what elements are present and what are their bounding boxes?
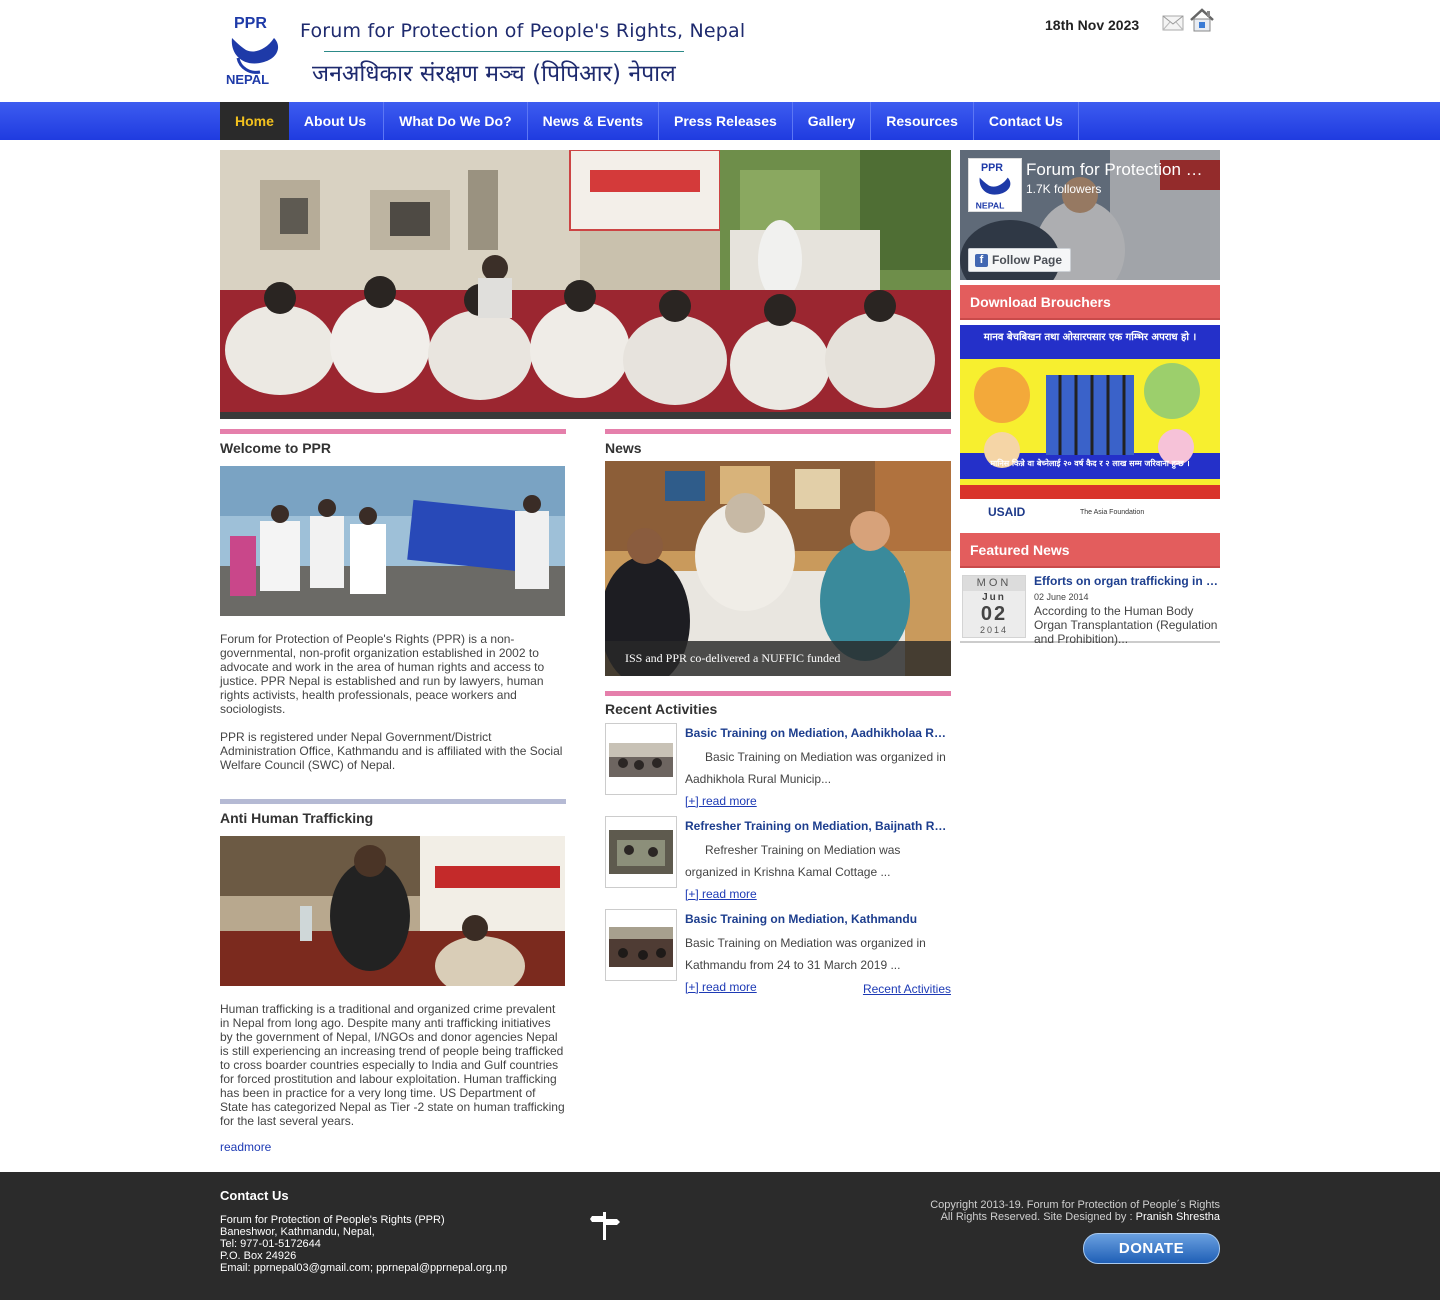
- facebook-widget[interactable]: PPR NEPAL Forum for Protection of People…: [960, 150, 1220, 280]
- trafficking-paragraph: Human trafficking is a traditional and o…: [220, 1002, 565, 1128]
- section-divider: [605, 429, 951, 434]
- site-title-english: Forum for Protection of People's Rights,…: [300, 20, 746, 42]
- featured-news-item: MON Jun 02 2014 Efforts on organ traffic…: [960, 573, 1220, 646]
- badge-month: Jun: [982, 592, 1006, 603]
- activity-readmore-link[interactable]: [+] read more: [685, 980, 757, 994]
- news-title: News: [605, 440, 642, 456]
- brochure-poster[interactable]: मानव बेचबिखन तथा ओसारपसार एक गम्भिर अपरा…: [960, 325, 1220, 528]
- welcome-title: Welcome to PPR: [220, 440, 331, 456]
- nav-item-about-us[interactable]: About Us: [289, 102, 385, 140]
- activity-description: Basic Training on Mediation was organize…: [685, 936, 926, 972]
- title-divider: [324, 51, 684, 52]
- nav-item-news-events[interactable]: News & Events: [528, 102, 660, 140]
- facebook-followers: 1.7K followers: [1026, 182, 1102, 196]
- sidebar: PPR NEPAL Forum for Protection of People…: [960, 150, 1220, 646]
- nav-item-contact-us[interactable]: Contact Us: [974, 102, 1079, 140]
- nav-item-home[interactable]: Home: [220, 102, 289, 140]
- featured-news-title[interactable]: Efforts on organ trafficking in Nepal: [1034, 574, 1220, 588]
- featured-news-date: 02 June 2014: [1034, 592, 1089, 602]
- news-caption: ISS and PPR co-delivered a NUFFIC funded: [625, 651, 841, 665]
- section-divider: [605, 691, 951, 696]
- slider-controls-bar: [220, 412, 951, 419]
- signpost-icon[interactable]: [590, 1210, 620, 1245]
- current-date: 18th Nov 2023: [1045, 17, 1140, 33]
- facebook-icon: f: [975, 253, 988, 267]
- activity-description: Basic Training on Mediation was organize…: [685, 750, 946, 786]
- welcome-column: Welcome to PPR Forum for Protection of P…: [220, 429, 566, 1154]
- mail-icon[interactable]: [1162, 12, 1184, 34]
- logo-text-top: PPR: [234, 15, 267, 32]
- hero-slider[interactable]: [220, 150, 951, 419]
- facebook-follow-button[interactable]: f Follow Page: [968, 248, 1072, 272]
- welcome-photo: [220, 466, 565, 616]
- ppr-logo-graphic: PPR NEPAL: [226, 15, 279, 87]
- badge-day-of-week: MON: [963, 576, 1025, 591]
- trafficking-readmore-link[interactable]: readmore: [220, 1140, 566, 1154]
- facebook-page-name[interactable]: Forum for Protection of People's Rights: [1026, 160, 1206, 180]
- footer-designer-link[interactable]: Pranish Shrestha: [1136, 1211, 1220, 1223]
- footer-copyright: Copyright 2013-19. Forum for Protection …: [930, 1199, 1220, 1211]
- facebook-follow-label: Follow Page: [992, 253, 1063, 267]
- nav-item-gallery[interactable]: Gallery: [793, 102, 872, 140]
- poster-headline: मानव बेचबिखन तथा ओसारपसार एक गम्भिर अपरा…: [983, 332, 1197, 343]
- poster-asia-foundation-logo: The Asia Foundation: [1080, 509, 1145, 516]
- activities-list: Basic Training on Mediation, Aadhikholaa…: [605, 723, 951, 1002]
- trafficking-photo: [220, 836, 565, 986]
- footer-email[interactable]: Email: pprnepal03@gmail.com; pprnepal@pp…: [220, 1262, 507, 1274]
- ppr-logo[interactable]: PPR NEPAL: [220, 10, 290, 88]
- activity-thumbnail[interactable]: [605, 816, 677, 888]
- news-slide[interactable]: ISS and PPR co-delivered a NUFFIC funded: [605, 461, 951, 676]
- footer-contact-line: Tel: 977-01-5172644: [220, 1238, 321, 1250]
- activity-title[interactable]: Refresher Training on Mediation, Baijnat…: [685, 819, 951, 833]
- poster-subline: मानिस किन्ने वा बेच्नेलाई २० वर्ष कैद र …: [990, 459, 1190, 468]
- footer-contact-line: Baneshwor, Kathmandu, Nepal,: [220, 1226, 375, 1238]
- activities-title: Recent Activities: [605, 701, 718, 717]
- download-brochures-heading: Download Brouchers: [960, 285, 1220, 320]
- nav-item-what-do-we-do[interactable]: What Do We Do?: [384, 102, 528, 140]
- featured-news-excerpt: According to the Human Body Organ Transp…: [1034, 604, 1218, 646]
- trafficking-title: Anti Human Trafficking: [220, 810, 374, 826]
- site-title-nepali: जनअधिकार संरक्षण मञ्च (पिपिआर) नेपाल: [312, 61, 676, 87]
- footer-contact-details: Forum for Protection of People's Rights …: [220, 1214, 507, 1274]
- site-footer: Contact Us Forum for Protection of Peopl…: [0, 1172, 1440, 1300]
- featured-news-heading: Featured News: [960, 533, 1220, 568]
- footer-contact-title: Contact Us: [220, 1188, 289, 1203]
- footer-contact-line: Forum for Protection of People's Rights …: [220, 1214, 445, 1226]
- footer-rights: All Rights Reserved. Site Designed by :: [940, 1211, 1136, 1223]
- poster-usaid-logo: USAID: [988, 505, 1026, 519]
- section-divider: [220, 799, 566, 804]
- activity-title[interactable]: Basic Training on Mediation, Kathmandu: [685, 912, 951, 926]
- home-icon[interactable]: [1188, 7, 1216, 35]
- hero-slide-image: [220, 150, 951, 419]
- activity-thumbnail[interactable]: [605, 909, 677, 981]
- badge-day: 02: [980, 603, 1008, 625]
- activity-item: Refresher Training on Mediation, Baijnat…: [605, 816, 951, 909]
- nav-item-resources[interactable]: Resources: [871, 102, 974, 140]
- main-nav: Home About Us What Do We Do? News & Even…: [0, 102, 1440, 140]
- svg-text:NEPAL: NEPAL: [976, 200, 1005, 210]
- donate-button[interactable]: DONATE: [1083, 1233, 1220, 1264]
- featured-news-date-badge: MON Jun 02 2014: [962, 575, 1026, 638]
- activity-readmore-link[interactable]: [+] read more: [685, 887, 757, 901]
- activity-description: Refresher Training on Mediation was orga…: [685, 843, 901, 879]
- svg-text:PPR: PPR: [981, 162, 1003, 174]
- news-column: News ISS and PPR co-delivered a NUFFIC f…: [605, 429, 951, 998]
- welcome-paragraph-1: Forum for Protection of People's Rights …: [220, 632, 545, 716]
- logo-text-bottom: NEPAL: [226, 72, 269, 87]
- welcome-paragraph-2: PPR is registered under Nepal Government…: [220, 730, 563, 772]
- badge-year: 2014: [979, 625, 1009, 635]
- site-header: PPR NEPAL Forum for Protection of People…: [220, 0, 1220, 102]
- facebook-page-avatar[interactable]: PPR NEPAL: [968, 158, 1022, 212]
- section-divider: [220, 429, 566, 434]
- activity-item: Basic Training on Mediation, Aadhikholaa…: [605, 723, 951, 816]
- activity-readmore-link[interactable]: [+] read more: [685, 794, 757, 808]
- nav-item-press-releases[interactable]: Press Releases: [659, 102, 793, 140]
- activity-title[interactable]: Basic Training on Mediation, Aadhikholaa…: [685, 726, 951, 740]
- activity-thumbnail[interactable]: [605, 723, 677, 795]
- activity-item: Basic Training on Mediation, Kathmandu B…: [605, 909, 951, 1002]
- footer-contact-line: P.O. Box 24926: [220, 1250, 297, 1262]
